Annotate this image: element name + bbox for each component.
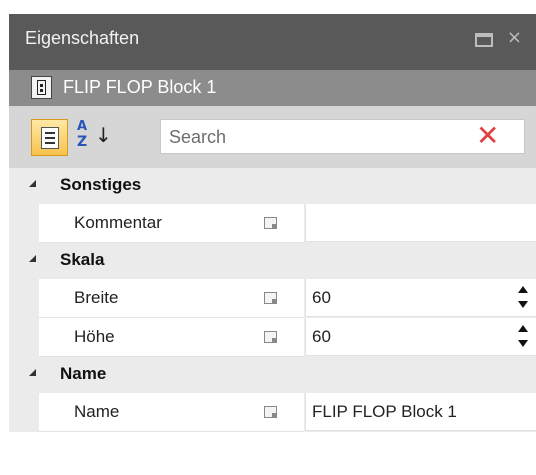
- panel-title: Eigenschaften: [25, 28, 140, 48]
- panel-titlebar: Eigenschaften ×: [9, 14, 536, 70]
- category-skala[interactable]: Skala: [9, 243, 536, 279]
- collapse-triangle-icon[interactable]: [29, 180, 36, 187]
- spinner-icon[interactable]: [517, 324, 529, 350]
- property-row-name: Name FLIP FLOP Block 1: [9, 393, 536, 432]
- property-value: FLIP FLOP Block 1: [312, 402, 457, 421]
- category-sonstiges[interactable]: Sonstiges: [9, 168, 536, 204]
- property-row-breite: Breite 60: [9, 279, 536, 318]
- sort-alphabetical-icon-a: A: [77, 119, 88, 134]
- sort-alphabetical-icon-z: Z: [77, 134, 88, 150]
- property-name-cell[interactable]: Kommentar: [39, 204, 304, 243]
- property-editor-icon[interactable]: [264, 406, 277, 418]
- property-value-cell[interactable]: 60: [305, 279, 536, 317]
- search-box: ✕: [160, 119, 525, 154]
- property-value-cell[interactable]: [305, 204, 536, 242]
- search-input[interactable]: [167, 124, 461, 151]
- close-icon[interactable]: ×: [507, 29, 522, 47]
- category-label: Skala: [60, 250, 105, 269]
- property-row-kommentar: Kommentar: [9, 204, 536, 243]
- property-name-cell[interactable]: Name: [39, 393, 304, 432]
- properties-panel: Eigenschaften × FLIP FLOP Block 1 A Z ↓ …: [9, 14, 536, 475]
- property-editor-icon[interactable]: [264, 292, 277, 304]
- property-name: Höhe: [74, 327, 115, 346]
- properties-toolbar: A Z ↓ ✕: [9, 106, 536, 168]
- property-name: Breite: [74, 288, 119, 307]
- flipflop-block-icon: [31, 76, 52, 99]
- categorized-view-icon: [41, 127, 59, 149]
- category-label: Name: [60, 364, 107, 383]
- property-editor-icon[interactable]: [264, 331, 277, 343]
- categorized-view-button[interactable]: [31, 119, 68, 156]
- spinner-icon[interactable]: [517, 285, 529, 311]
- selected-object-name: FLIP FLOP Block 1: [63, 77, 217, 97]
- property-name: Kommentar: [74, 213, 162, 232]
- clear-search-icon[interactable]: ✕: [476, 122, 499, 150]
- sort-alphabetical-icon: ↓: [95, 123, 112, 147]
- property-name: Name: [74, 402, 120, 421]
- property-name-cell[interactable]: Höhe: [39, 318, 304, 357]
- collapse-triangle-icon[interactable]: [29, 255, 36, 262]
- category-name[interactable]: Name: [9, 357, 536, 393]
- collapse-triangle-icon[interactable]: [29, 369, 36, 376]
- selected-object-bar: FLIP FLOP Block 1: [9, 70, 536, 106]
- property-row-hoehe: Höhe 60: [9, 318, 536, 357]
- property-name-cell[interactable]: Breite: [39, 279, 304, 318]
- property-editor-icon[interactable]: [264, 217, 277, 229]
- alphabetical-sort-button[interactable]: A Z ↓: [75, 119, 112, 156]
- category-label: Sonstiges: [60, 175, 142, 194]
- property-value-cell[interactable]: 60: [305, 318, 536, 356]
- property-value: 60: [312, 327, 331, 346]
- panel-title-buttons: ×: [474, 29, 522, 47]
- property-grid: Sonstiges Kommentar Skala Breite 60 Höhe…: [9, 168, 536, 475]
- property-value-cell[interactable]: FLIP FLOP Block 1: [305, 393, 536, 431]
- property-value: 60: [312, 288, 331, 307]
- restore-icon[interactable]: [474, 33, 493, 47]
